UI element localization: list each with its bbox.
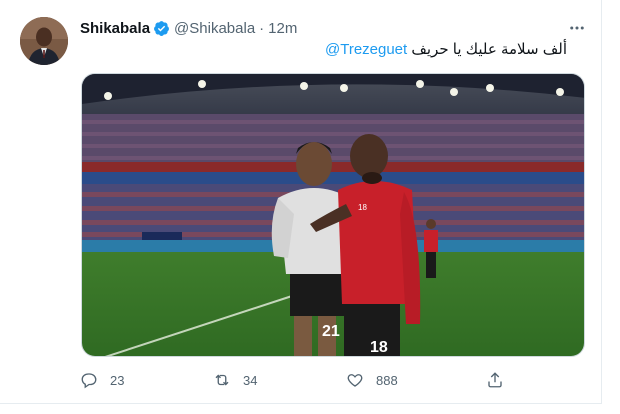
- like-button[interactable]: 888: [346, 368, 398, 392]
- author-name[interactable]: Shikabala: [80, 20, 150, 37]
- tweet-actions: 23 34 888: [80, 368, 510, 392]
- tweet-body-arabic: ألف سلامة عليك يا حريف: [411, 41, 567, 58]
- avatar[interactable]: [20, 17, 68, 65]
- left-player-jersey-number: 21: [322, 323, 340, 340]
- reply-count: 23: [110, 372, 125, 388]
- tweet-text: @Trezeguet ألف سلامة عليك يا حريف: [325, 40, 567, 58]
- tweet-card[interactable]: Shikabala @Shikabala · 12m @Trezeguet أل…: [0, 0, 602, 404]
- tweet-photo[interactable]: 21 18 18: [81, 73, 585, 357]
- like-icon: [346, 371, 364, 389]
- share-icon: [486, 371, 504, 389]
- mention-link[interactable]: @Trezeguet: [325, 41, 407, 58]
- more-icon[interactable]: [566, 17, 588, 39]
- separator-dot: ·: [259, 19, 265, 37]
- tweet-header: Shikabala @Shikabala · 12m: [80, 17, 297, 39]
- timestamp[interactable]: 12m: [268, 20, 297, 37]
- reply-button[interactable]: 23: [80, 368, 124, 392]
- share-button[interactable]: [486, 368, 504, 392]
- like-count: 888: [376, 372, 398, 388]
- right-player-jersey-number: 18: [370, 339, 388, 356]
- retweet-count: 34: [243, 372, 258, 388]
- reply-icon: [80, 371, 98, 389]
- verified-badge-icon: [153, 20, 170, 37]
- retweet-button[interactable]: 34: [213, 368, 257, 392]
- chest-number: 18: [358, 203, 367, 212]
- retweet-icon: [213, 371, 231, 389]
- author-handle[interactable]: @Shikabala: [174, 20, 255, 37]
